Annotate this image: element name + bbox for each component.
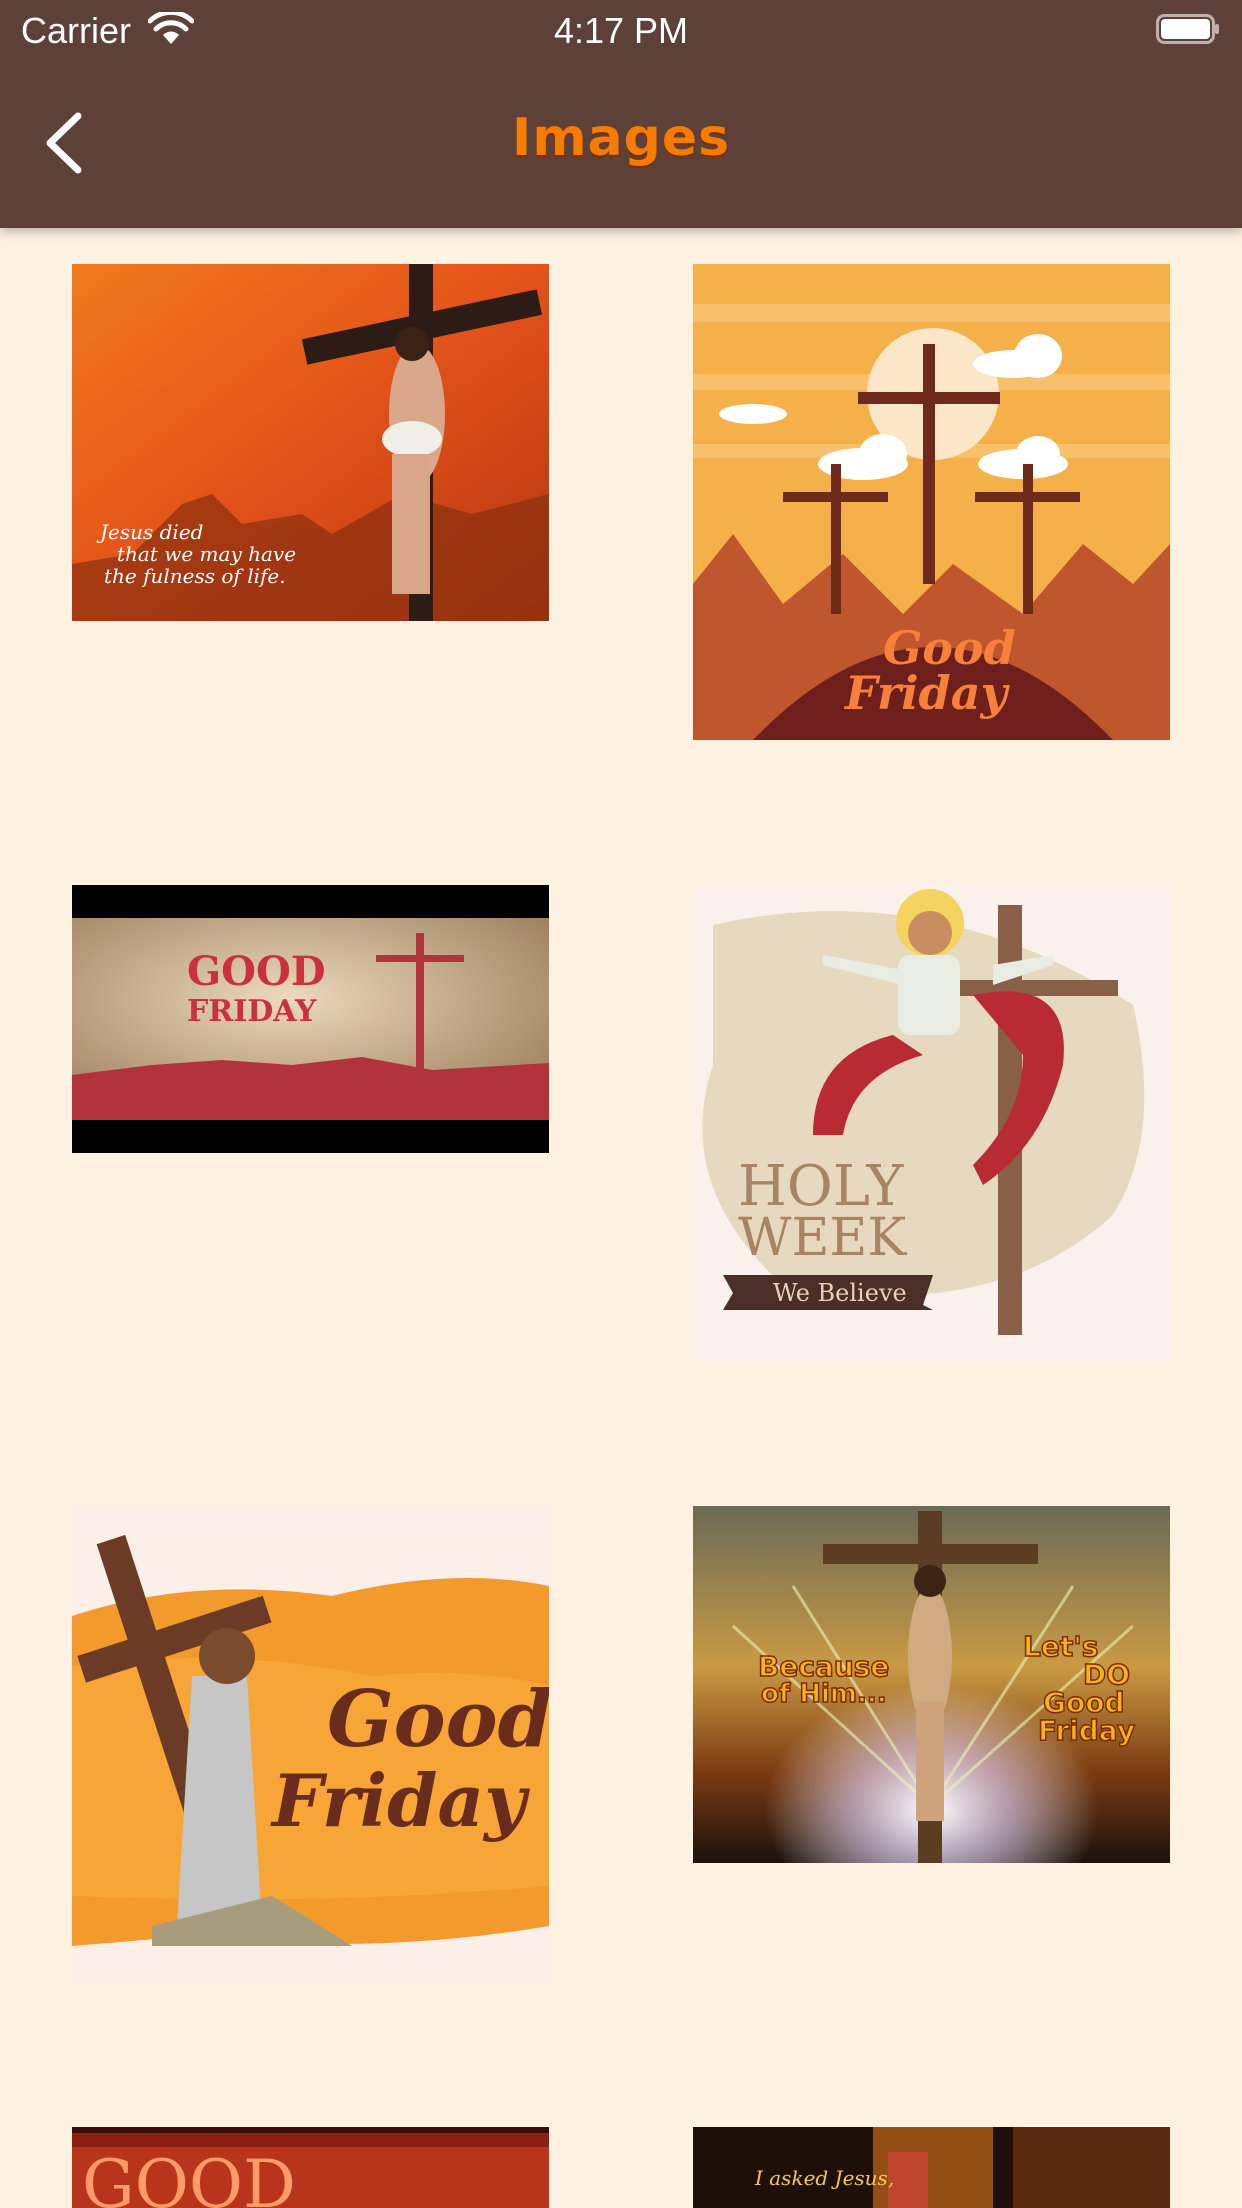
caption-line-1: Jesus died	[96, 520, 203, 544]
good-banner-partial: GOOD	[72, 2127, 549, 2208]
image-thumbnail-6[interactable]: Because of Him... Let's DO Good Friday	[693, 1506, 1170, 1863]
status-time: 4:17 PM	[553, 10, 689, 51]
caption-line-2: that we may have	[117, 542, 296, 566]
caption-we-believe: We Believe	[773, 1279, 907, 1307]
caption-good: GOOD	[82, 2146, 296, 2208]
caption-friday: Friday	[843, 666, 1011, 720]
caption-good: GOOD	[187, 948, 326, 995]
image-thumbnail-4[interactable]: HOLY WEEK We Believe	[693, 885, 1170, 1361]
caption-of-him: of Him...	[761, 1679, 887, 1709]
i-asked-jesus-partial: I asked Jesus,	[693, 2127, 1170, 2208]
caption-friday: FRIDAY	[187, 994, 317, 1029]
caption-line-3: the fulness of life.	[104, 564, 286, 588]
caption-week: WEEK	[738, 1208, 907, 1268]
crucifixion-image: Jesus died that we may have the fulness …	[72, 264, 549, 621]
caption-good: Good	[327, 1674, 549, 1765]
image-thumbnail-1[interactable]: Jesus died that we may have the fulness …	[72, 264, 549, 621]
because-of-him-image: Because of Him... Let's DO Good Friday	[693, 1506, 1170, 1863]
caption-friday: Friday	[1038, 1714, 1135, 1747]
image-thumbnail-7[interactable]: GOOD	[72, 2127, 549, 2208]
image-thumbnail-8[interactable]: I asked Jesus,	[693, 2127, 1170, 2208]
good-friday-illustration: Good Friday	[693, 264, 1170, 740]
battery-icon	[1156, 14, 1219, 44]
image-thumbnail-5[interactable]: Good Friday	[72, 1506, 549, 1982]
image-thumbnail-3[interactable]: GOOD FRIDAY	[72, 885, 549, 1153]
holy-week-illustration: HOLY WEEK We Believe	[693, 885, 1170, 1361]
good-friday-banner: GOOD FRIDAY	[72, 885, 549, 1153]
image-thumbnail-2[interactable]: Good Friday	[693, 264, 1170, 740]
caption-i-asked-jesus: I asked Jesus,	[754, 2166, 894, 2190]
nav-bar: Carrier 4:17 PM Images	[0, 0, 1242, 228]
page-title: Images	[511, 108, 731, 168]
status-bar: Carrier 4:17 PM	[0, 0, 1242, 62]
caption-friday: Friday	[270, 1758, 530, 1843]
cross-bearer-illustration: Good Friday	[72, 1506, 549, 1982]
